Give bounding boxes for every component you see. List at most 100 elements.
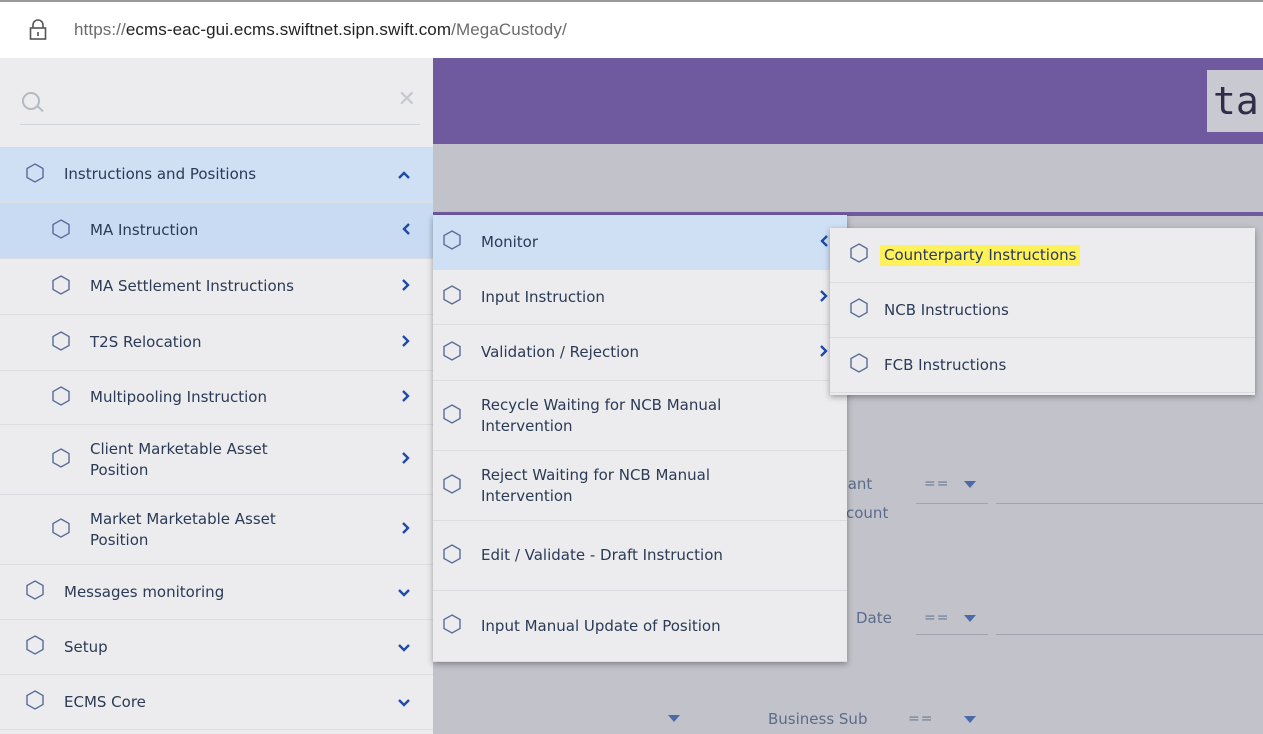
chevron-down-icon[interactable] xyxy=(397,638,411,657)
sidebar-item-label: Market Marketable Asset Position xyxy=(90,509,276,549)
hexagon-icon xyxy=(50,517,72,543)
sidebar-item-label: MA Settlement Instructions xyxy=(90,277,294,295)
hexagon-icon xyxy=(441,229,463,255)
hexagon-icon xyxy=(50,330,72,356)
search-icon xyxy=(22,92,40,110)
hexagon-icon xyxy=(441,473,463,499)
app-header: ta xyxy=(433,58,1263,144)
chevron-right-icon[interactable] xyxy=(819,288,829,307)
sidebar-item-label: Instructions and Positions xyxy=(64,165,257,183)
lock-icon xyxy=(28,19,48,41)
hexagon-icon xyxy=(848,242,870,268)
submenu2-popup: Counterparty Instructions NCB Instruction… xyxy=(830,228,1255,395)
sidebar-item-label: Setup xyxy=(64,637,108,656)
search-input[interactable] xyxy=(48,86,382,118)
sidebar-item[interactable]: T2S Relocation xyxy=(0,315,433,371)
submenu2-item-label: FCB Instructions xyxy=(884,355,1007,374)
sidebar-item[interactable]: Multipooling Instruction xyxy=(0,371,433,425)
sidebar-item[interactable]: Client Marketable Asset Position xyxy=(0,425,433,495)
submenu-item-label: Recycle Waiting for NCB Manual Intervent… xyxy=(481,395,722,435)
chevron-right-icon[interactable] xyxy=(401,520,411,539)
hexagon-icon xyxy=(441,613,463,639)
value-input-1[interactable] xyxy=(996,503,1263,504)
hexagon-icon xyxy=(50,385,72,411)
submenu2-item[interactable]: Counterparty Instructions xyxy=(830,228,1255,283)
hexagon-icon xyxy=(848,297,870,323)
form-label-account: count xyxy=(846,504,889,522)
submenu-item[interactable]: Recycle Waiting for NCB Manual Intervent… xyxy=(433,381,847,451)
submenu2-item[interactable]: NCB Instructions xyxy=(830,283,1255,338)
sidebar-item[interactable]: ECMS Core xyxy=(0,675,433,730)
caret-down-icon[interactable] xyxy=(964,615,976,622)
hexagon-icon xyxy=(848,352,870,378)
sidebar-item-label: ECMS Core xyxy=(64,692,146,711)
hexagon-icon xyxy=(24,579,46,605)
hexagon-icon xyxy=(441,284,463,310)
form-label-business-sub: Business Sub xyxy=(768,710,868,728)
submenu2-item-label: Counterparty Instructions xyxy=(880,244,1081,266)
sidebar-item-label: Multipooling Instruction xyxy=(90,388,267,406)
form-label-date: Date xyxy=(856,609,892,627)
sidebar-item[interactable]: Messages monitoring xyxy=(0,565,433,620)
submenu-item[interactable]: Input Manual Update of Position xyxy=(433,591,847,662)
chevron-right-icon[interactable] xyxy=(401,388,411,407)
caret-down-icon[interactable] xyxy=(964,716,976,723)
chevron-right-icon[interactable] xyxy=(401,450,411,469)
chevron-right-icon[interactable] xyxy=(401,277,411,296)
hexagon-icon xyxy=(50,218,72,244)
browser-address-bar[interactable]: https://ecms-eac-gui.ecms.swiftnet.sipn.… xyxy=(0,0,1263,58)
hexagon-icon xyxy=(441,340,463,366)
select-underline xyxy=(916,503,988,504)
chevron-left-icon[interactable] xyxy=(401,221,411,240)
submenu-item[interactable]: Input Instruction xyxy=(433,270,847,325)
url-text[interactable]: https://ecms-eac-gui.ecms.swiftnet.sipn.… xyxy=(74,20,567,40)
operator-select-1[interactable]: == xyxy=(924,476,949,492)
sidebar-item-label: Messages monitoring xyxy=(64,582,225,601)
submenu-popup: Monitor Input Instruction Validation / Rej… xyxy=(433,215,847,662)
hexagon-icon xyxy=(50,447,72,473)
sidebar-search[interactable]: ✕ xyxy=(20,82,420,125)
chevron-left-icon[interactable] xyxy=(819,233,829,252)
submenu-item-label: Input Manual Update of Position xyxy=(481,616,721,635)
sidebar-item-label: T2S Relocation xyxy=(90,333,202,351)
submenu-item-label: Reject Waiting for NCB Manual Interventi… xyxy=(481,465,710,505)
submenu-item-label: Validation / Rejection xyxy=(481,343,640,361)
submenu2-item[interactable]: FCB Instructions xyxy=(830,338,1255,393)
submenu-item[interactable]: Reject Waiting for NCB Manual Interventi… xyxy=(433,451,847,521)
chevron-down-icon[interactable] xyxy=(397,693,411,712)
select-underline xyxy=(916,634,988,635)
hexagon-icon xyxy=(441,543,463,569)
operator-select-3[interactable]: == xyxy=(908,711,933,727)
close-icon[interactable]: ✕ xyxy=(398,87,416,112)
value-input-2[interactable] xyxy=(996,634,1263,635)
hexagon-icon xyxy=(50,274,72,300)
submenu-item[interactable]: Validation / Rejection xyxy=(433,325,847,381)
url-prefix: https:// xyxy=(74,20,126,39)
sidebar-item[interactable]: Setup xyxy=(0,620,433,675)
submenu-item-label: Monitor xyxy=(481,232,539,251)
submenu-item-label: Input Instruction xyxy=(481,287,605,306)
chevron-down-icon[interactable] xyxy=(397,583,411,602)
caret-down-icon[interactable] xyxy=(964,481,976,488)
sidebar-item[interactable]: Market Marketable Asset Position xyxy=(0,495,433,565)
sidebar-item[interactable]: MA Instruction xyxy=(0,203,433,259)
hexagon-icon xyxy=(24,689,46,715)
sidebar-item[interactable]: Instructions and Positions xyxy=(0,147,433,203)
operator-select-2[interactable]: == xyxy=(924,610,949,626)
hexagon-icon xyxy=(24,162,46,188)
submenu-item-label: Edit / Validate - Draft Instruction xyxy=(481,546,723,564)
submenu-item[interactable]: Edit / Validate - Draft Instruction xyxy=(433,521,847,591)
url-path: /MegaCustody/ xyxy=(451,20,567,39)
hexagon-icon xyxy=(24,634,46,660)
submenu2-item-label: NCB Instructions xyxy=(884,300,1009,319)
submenu-item[interactable]: Monitor xyxy=(433,215,847,270)
chevron-up-icon[interactable] xyxy=(397,165,411,184)
sidebar-item-label: Client Marketable Asset Position xyxy=(90,439,268,479)
sidebar-item[interactable]: MA Settlement Instructions xyxy=(0,259,433,315)
chevron-right-icon[interactable] xyxy=(819,343,829,362)
brand-logo: ta xyxy=(1207,70,1263,132)
chevron-right-icon[interactable] xyxy=(401,333,411,352)
caret-down-icon[interactable] xyxy=(668,715,680,722)
hexagon-icon xyxy=(441,403,463,429)
url-host: ecms-eac-gui.ecms.swiftnet.sipn.swift.co… xyxy=(125,20,452,39)
